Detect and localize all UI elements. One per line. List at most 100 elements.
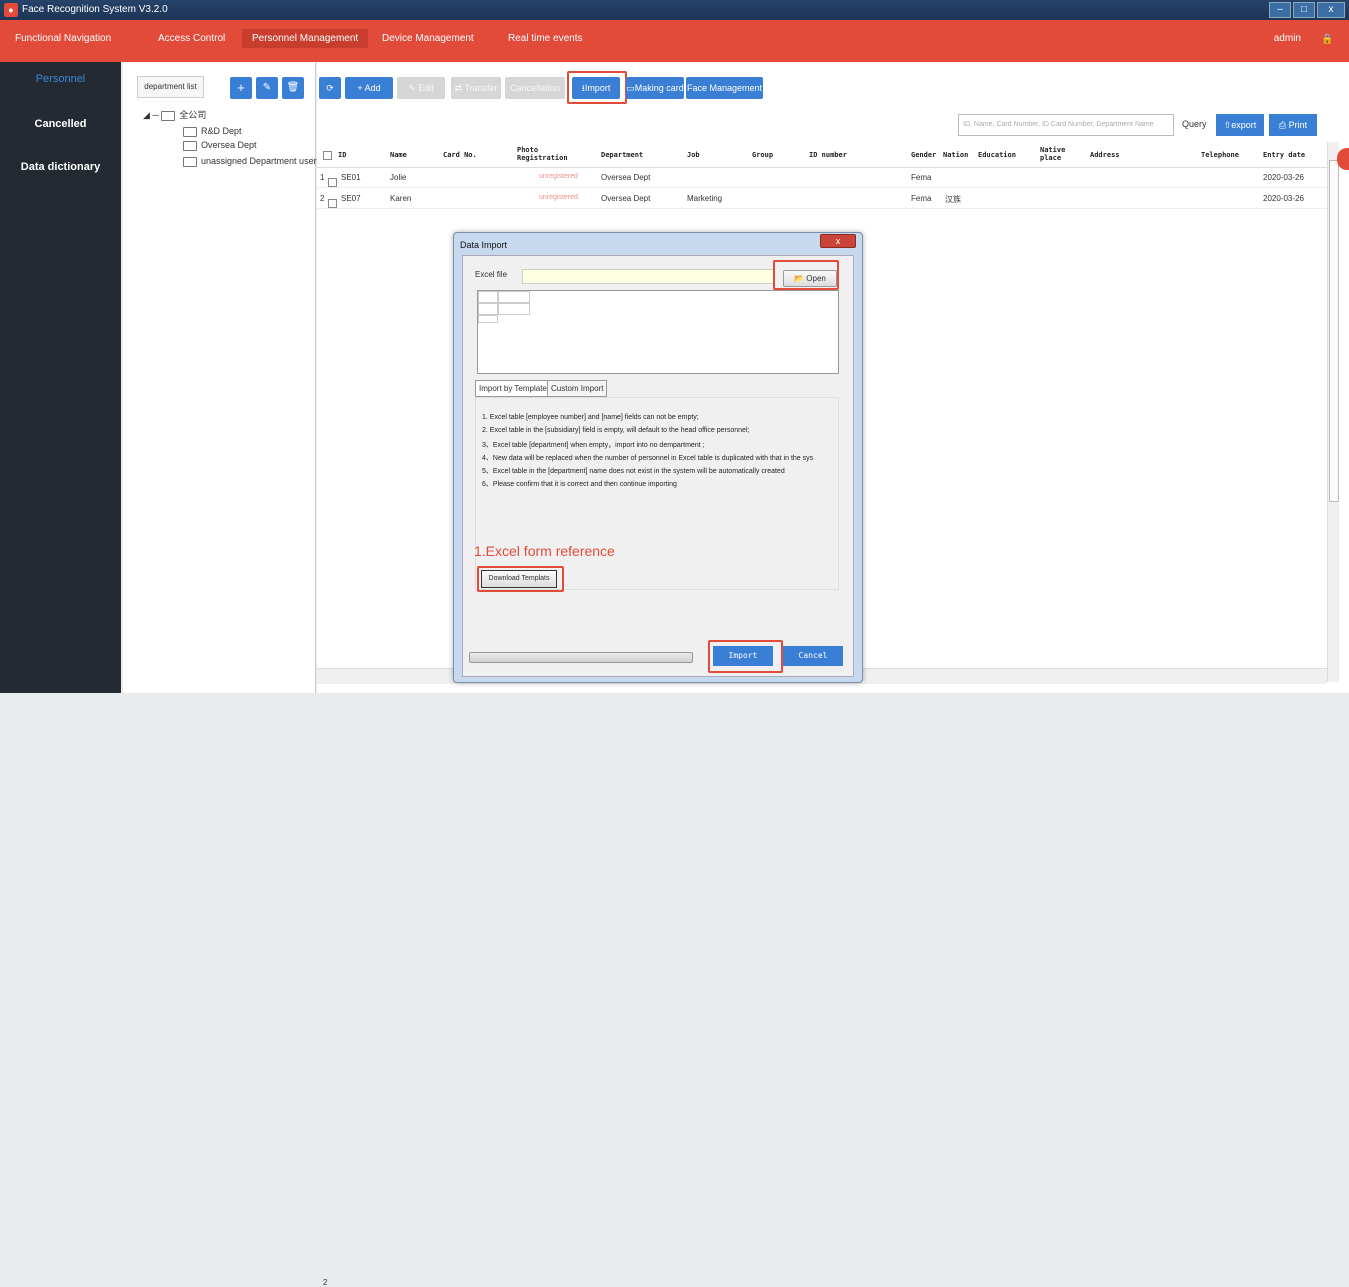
dialog-title: Data Import	[460, 240, 508, 250]
cell-job: Marketing	[687, 194, 723, 203]
print-button[interactable]: ⎙ Print	[1269, 114, 1317, 136]
delete-department-button[interactable]: 🗑	[282, 77, 304, 99]
cell-name: Karen	[390, 194, 412, 203]
tree-node-oversea-dept[interactable]: Oversea Dept	[183, 140, 257, 151]
making-card-button[interactable]: ▭Making card	[626, 77, 684, 99]
folder-icon	[183, 140, 197, 151]
edit-button[interactable]: ✎ Edit	[397, 77, 445, 99]
excel-file-input[interactable]	[522, 269, 774, 284]
top-menu: Functional Navigation Access Control Per…	[0, 20, 1349, 62]
instruction-line: 3、Excel table [department] when empty，im…	[482, 442, 705, 449]
transfer-button[interactable]: ⇄ Transfer	[451, 77, 501, 99]
dialog-cancel-button[interactable]: Cancel	[783, 646, 843, 666]
data-import-dialog: Data Import x Excel file 📂 Open Import b…	[453, 232, 863, 683]
folder-icon	[183, 126, 197, 137]
vertical-scrollbar[interactable]	[1327, 142, 1339, 682]
import-progress-bar	[469, 652, 693, 663]
department-panel: department list + ✎ 🗑 ◢ ─ 全公司 R&D Dept O…	[123, 62, 321, 693]
export-button[interactable]: ⇧export	[1216, 114, 1264, 136]
lock-icon[interactable]: 🔒	[1321, 34, 1333, 45]
sidebar-item-data-dictionary[interactable]: Data dictionary	[0, 161, 121, 173]
minimize-button[interactable]: –	[1269, 2, 1291, 18]
transfer-icon: ⇄	[454, 83, 465, 93]
cell-gender: Fema	[911, 173, 932, 182]
grid-cell	[498, 303, 530, 315]
cell-photo-registration: unregistered	[539, 194, 578, 201]
face-management-button[interactable]: Face Management	[686, 77, 763, 99]
window-controls: – □ x	[1269, 2, 1345, 18]
query-button[interactable]: Query	[1182, 119, 1207, 129]
cell-entry-date: 2020-03-26	[1263, 194, 1304, 203]
edit-department-button[interactable]: ✎	[256, 77, 278, 99]
scroll-thumb[interactable]	[1329, 160, 1339, 502]
cell-department: Oversea Dept	[601, 194, 651, 203]
plus-icon: +	[357, 83, 365, 93]
print-icon: ⎙	[1278, 120, 1289, 130]
user-name[interactable]: admin	[1274, 33, 1301, 44]
highlight-dialog-import	[708, 640, 783, 673]
grid-cell	[478, 303, 498, 315]
cell-nation: 汉族	[945, 195, 961, 204]
cell-entry-date: 2020-03-26	[1263, 173, 1304, 182]
excel-form-reference-note: 1.Excel form reference	[474, 543, 615, 559]
close-button[interactable]: x	[1317, 2, 1345, 18]
cell-department: Oversea Dept	[601, 173, 651, 182]
maximize-button[interactable]: □	[1293, 2, 1315, 18]
grid-cell	[478, 291, 498, 303]
window-title: Face Recognition System V3.2.0	[22, 4, 168, 15]
tab-import-by-template[interactable]: Import by Template	[475, 380, 551, 397]
highlight-open	[773, 260, 839, 290]
row-number: 2	[320, 194, 325, 203]
instruction-line: 1. Excel table [employee number] and [na…	[482, 414, 699, 421]
add-button[interactable]: + Add	[345, 77, 393, 99]
menu-personnel-management[interactable]: Personnel Management	[242, 29, 369, 48]
department-list-label: department list	[137, 76, 204, 98]
sidebar: Personnel Cancelled Data dictionary	[0, 62, 121, 693]
tree-node-unassigned[interactable]: unassigned Department users	[183, 156, 321, 167]
grid-cell	[478, 315, 498, 323]
table-row[interactable]: 2 SE07 Karen unregistered Oversea Dept M…	[317, 189, 1327, 209]
dialog-body: Excel file 📂 Open Import by Template Cus…	[462, 255, 854, 677]
excel-preview-grid[interactable]	[477, 290, 839, 374]
highlight-download	[477, 566, 564, 592]
sidebar-item-cancelled[interactable]: Cancelled	[0, 118, 121, 130]
table-row[interactable]: 1 SE01 Jolie unregistered Oversea Dept F…	[317, 168, 1327, 188]
expand-icon[interactable]: ◢ ─	[143, 110, 161, 120]
excel-file-label: Excel file	[475, 270, 508, 279]
menu-access-control[interactable]: Access Control	[158, 33, 225, 44]
cell-id: SE01	[341, 173, 361, 182]
menu-functional-navigation[interactable]: Functional Navigation	[15, 33, 111, 44]
instruction-line: 6、Please confirm that it is correct and …	[482, 481, 677, 488]
side-tab-marker[interactable]	[1337, 148, 1349, 170]
tree-root[interactable]: ◢ ─ 全公司	[143, 108, 206, 121]
menu-real-time-events[interactable]: Real time events	[508, 33, 582, 44]
sidebar-item-personnel[interactable]: Personnel	[0, 73, 121, 85]
cell-name: Jolie	[390, 173, 407, 182]
card-icon: ▭	[626, 83, 635, 93]
menu-device-management[interactable]: Device Management	[382, 33, 474, 44]
refresh-button[interactable]: ⟳	[319, 77, 341, 99]
grid-cell	[498, 291, 530, 303]
cell-id: SE07	[341, 194, 361, 203]
highlight-import	[567, 71, 627, 104]
cancellation-button[interactable]: Cancellation	[505, 77, 565, 99]
cell-photo-registration: unregistered	[539, 173, 578, 180]
home-icon	[161, 110, 176, 121]
pencil-icon: ✎	[408, 83, 419, 93]
row-number: 1	[320, 173, 325, 182]
table-header: ID Name Card No. Photo Registration Depa…	[317, 142, 1327, 168]
instruction-line: 2. Excel table in the [subsidiary] field…	[482, 427, 750, 434]
instructions-panel: 1. Excel table [employee number] and [na…	[475, 397, 839, 590]
tree-node-rd-dept[interactable]: R&D Dept	[183, 126, 242, 137]
cell-gender: Fema	[911, 194, 932, 203]
search-input[interactable]: ID, Name, Card Number, ID Card Number, D…	[958, 114, 1174, 136]
add-department-button[interactable]: +	[230, 77, 252, 99]
instruction-line: 4、New data will be replaced when the num…	[482, 455, 814, 462]
dialog-close-button[interactable]: x	[820, 234, 856, 248]
page-number[interactable]: 2	[323, 1278, 327, 1287]
instruction-line: 5、Excel table in the [department] name d…	[482, 468, 785, 475]
app-logo-icon: ●	[4, 3, 18, 17]
tab-custom-import[interactable]: Custom Import	[547, 380, 608, 397]
title-bar: ● Face Recognition System V3.2.0 – □ x	[0, 0, 1349, 20]
folder-icon	[183, 156, 197, 167]
